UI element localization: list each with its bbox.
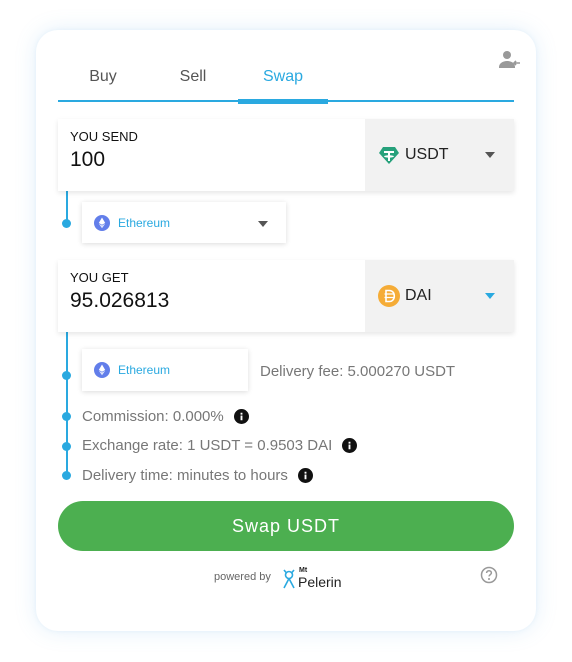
info-icon[interactable] [233, 409, 249, 424]
mt-pelerin-logo[interactable]: Mt Pelerin [282, 566, 352, 592]
chevron-down-icon [258, 221, 268, 227]
get-amount-panel: YOU GET 95.026813 DAI [58, 260, 514, 332]
powered-by-text: powered by [214, 571, 271, 583]
get-amount-value: 95.026813 [70, 289, 170, 312]
get-network-select[interactable]: Ethereum [82, 349, 248, 391]
exchange-rate-row: Exchange rate: 1 USDT = 0.9503 DAI [82, 437, 358, 454]
get-network-name: Ethereum [118, 363, 171, 377]
logo-pelerin-text: Pelerin [298, 574, 342, 590]
get-label: YOU GET [70, 270, 129, 285]
ethereum-icon [94, 215, 110, 231]
timeline-dot [62, 412, 71, 421]
commission-row: Commission: 0.000% [82, 408, 249, 425]
info-icon[interactable] [342, 438, 358, 453]
send-label: YOU SEND [70, 129, 138, 144]
send-amount-panel: YOU SEND 100 USDT [58, 119, 514, 191]
send-token-name: USDT [405, 146, 449, 163]
timeline-dot [62, 471, 71, 480]
tether-icon [379, 147, 399, 164]
swap-widget: Buy Sell Swap YOU SEND 100 USDT Ethereum [36, 30, 536, 631]
delivery-fee-text: Delivery fee: 5.000270 USDT [260, 363, 456, 380]
chevron-down-icon [485, 293, 495, 299]
exchange-rate-text: Exchange rate: 1 USDT = 0.9503 DAI [82, 437, 333, 454]
mt-pelerin-logo-mark [283, 569, 295, 589]
timeline-dot [62, 442, 71, 451]
timeline-dot [62, 371, 71, 380]
tab-sell[interactable]: Sell [148, 62, 238, 100]
ethereum-icon [94, 362, 110, 378]
chevron-down-icon [485, 152, 495, 158]
timeline-dot [62, 219, 71, 228]
help-icon[interactable] [480, 566, 498, 584]
info-icon[interactable] [298, 468, 314, 483]
get-timeline-line [66, 332, 68, 476]
tab-swap[interactable]: Swap [238, 62, 328, 104]
send-token-select[interactable]: USDT [365, 119, 514, 191]
send-network-name: Ethereum [118, 216, 171, 230]
commission-text: Commission: 0.000% [82, 408, 224, 425]
tab-bar: Buy Sell Swap [58, 62, 514, 104]
tab-buy[interactable]: Buy [58, 62, 148, 100]
delivery-time-text: Delivery time: minutes to hours [82, 467, 288, 484]
logo-mt-text: Mt [299, 567, 308, 574]
send-amount-input[interactable]: 100 [70, 148, 105, 172]
delivery-time-row: Delivery time: minutes to hours [82, 467, 314, 484]
get-token-name: DAI [405, 287, 432, 304]
get-token-select[interactable]: DAI [365, 260, 514, 332]
dai-icon [378, 285, 400, 307]
send-network-select[interactable]: Ethereum [82, 202, 286, 243]
swap-button[interactable]: Swap USDT [58, 501, 514, 551]
